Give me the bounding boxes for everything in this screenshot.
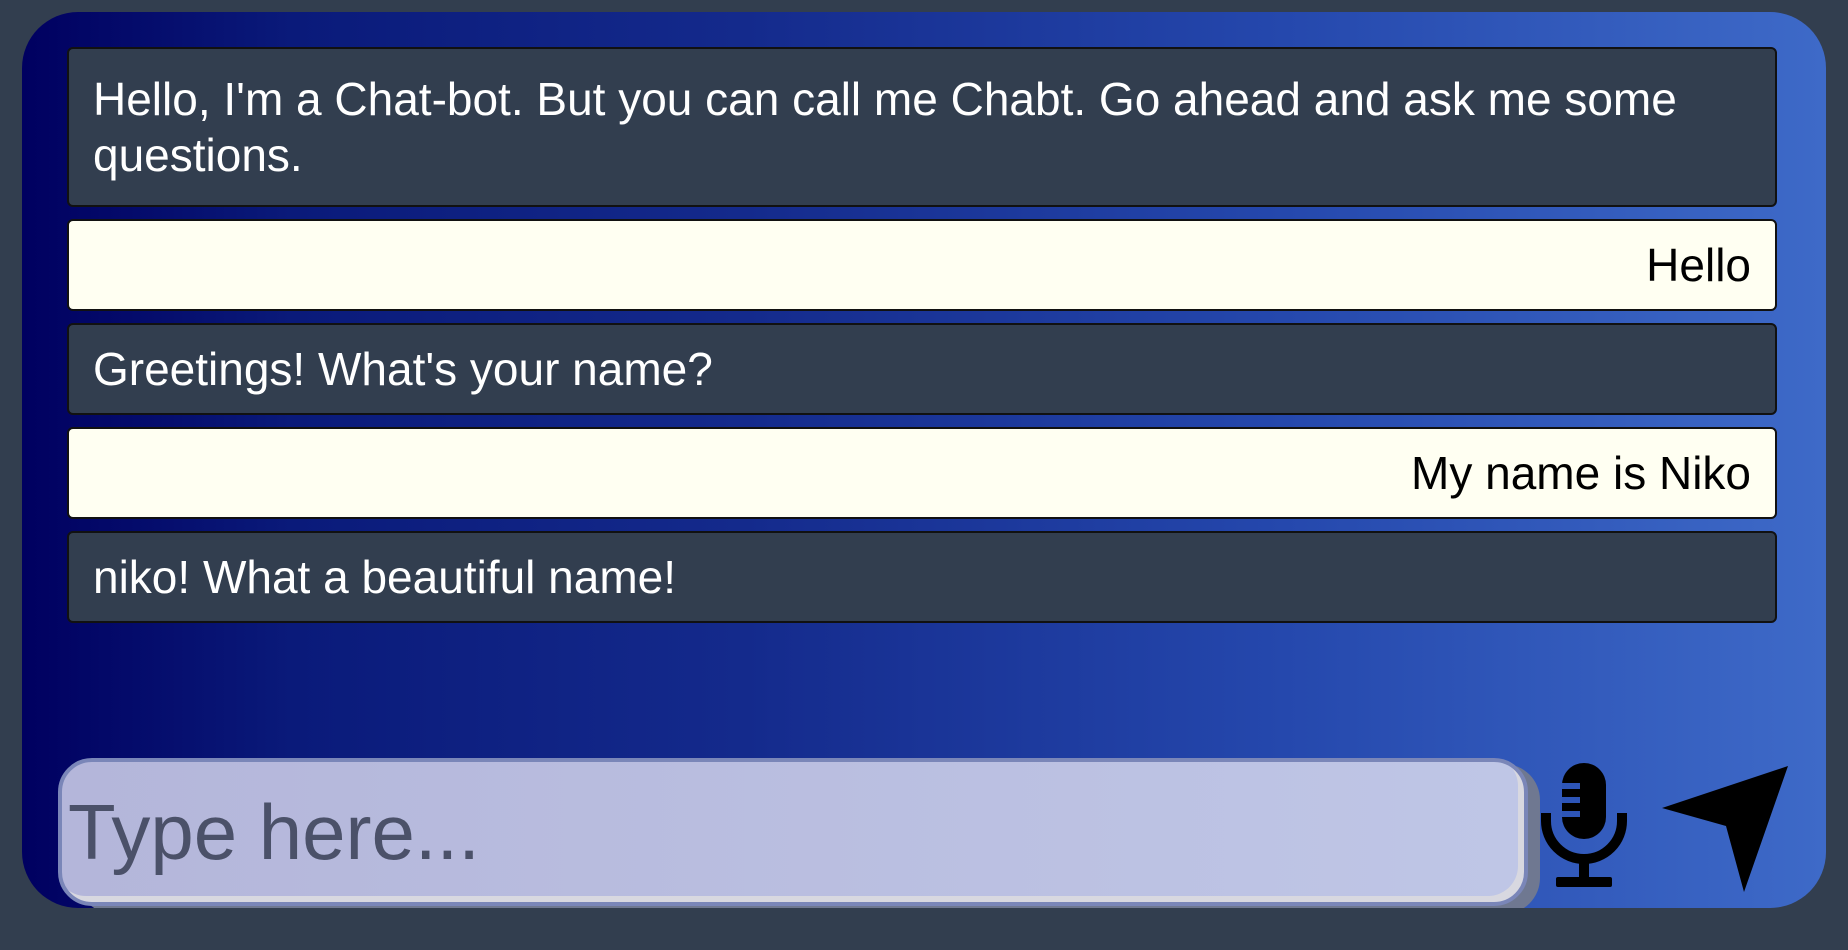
message-list: Hello, I'm a Chat-bot. But you can call …	[67, 47, 1777, 623]
message-input[interactable]	[58, 758, 1528, 906]
user-message: My name is Niko	[67, 427, 1777, 519]
send-button[interactable]	[1652, 754, 1798, 904]
chat-window: Hello, I'm a Chat-bot. But you can call …	[22, 12, 1826, 908]
bot-message: niko! What a beautiful name!	[67, 531, 1777, 623]
microphone-icon	[1541, 763, 1627, 887]
bot-message: Greetings! What's your name?	[67, 323, 1777, 415]
bot-message: Hello, I'm a Chat-bot. But you can call …	[67, 47, 1777, 207]
mic-button[interactable]	[1522, 756, 1646, 896]
user-message: Hello	[67, 219, 1777, 311]
send-arrow-icon	[1662, 766, 1788, 892]
